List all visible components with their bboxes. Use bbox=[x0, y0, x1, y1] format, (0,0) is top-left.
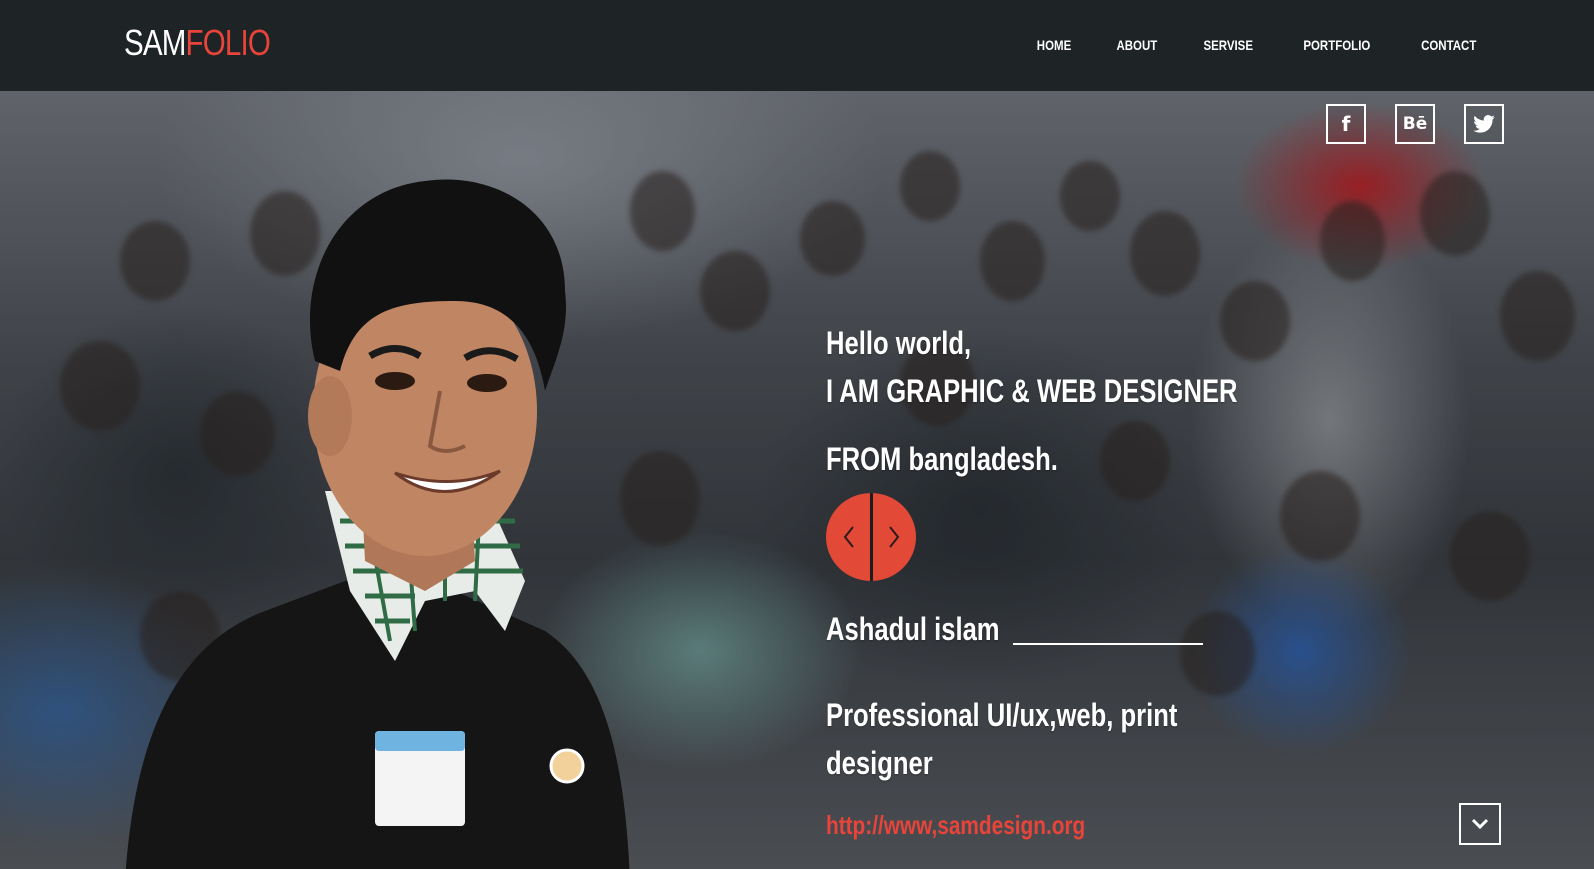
slider-divider bbox=[870, 493, 873, 581]
nav-item-about[interactable]: ABOUT bbox=[1116, 37, 1157, 53]
site-logo[interactable]: SAMFOLIO bbox=[124, 22, 271, 64]
behance-icon: Bē bbox=[1402, 114, 1428, 134]
facebook-button[interactable]: f bbox=[1326, 104, 1366, 144]
logo-text-primary: SAM bbox=[124, 22, 186, 63]
name-divider-line bbox=[1013, 643, 1203, 645]
hero-section: f Bē Hello world, I AM GRAPHIC & WEB DES… bbox=[0, 91, 1594, 869]
nav-item-contact[interactable]: CONTACT bbox=[1421, 37, 1476, 53]
nav-item-portfolio[interactable]: PORTFOLIO bbox=[1303, 37, 1370, 53]
chevron-down-icon bbox=[1471, 818, 1489, 830]
profile-portrait bbox=[125, 179, 630, 869]
hero-role: Professional UI/ux,web, print designer bbox=[826, 697, 1178, 781]
scroll-down-button[interactable] bbox=[1459, 803, 1501, 845]
main-nav: HOME ABOUT SERVISE PORTFOLIO CONTACT bbox=[996, 37, 1482, 53]
twitter-icon bbox=[1473, 115, 1495, 133]
hero-location: FROM bangladesh. bbox=[826, 441, 1058, 477]
facebook-icon: f bbox=[1341, 112, 1351, 136]
website-link[interactable]: http://www,samdesign.org bbox=[826, 809, 1085, 841]
nav-item-servise[interactable]: SERVISE bbox=[1204, 37, 1254, 53]
page: SAMFOLIO HOME ABOUT SERVISE PORTFOLIO CO… bbox=[0, 0, 1594, 869]
nav-item-home[interactable]: HOME bbox=[1036, 37, 1070, 53]
logo-text-accent: FOLIO bbox=[185, 22, 271, 63]
hero-greeting: Hello world, bbox=[826, 325, 972, 361]
chevron-left-icon bbox=[843, 526, 854, 548]
twitter-button[interactable] bbox=[1464, 104, 1504, 144]
hero-headline: I AM GRAPHIC & WEB DESIGNER bbox=[826, 373, 1238, 409]
behance-button[interactable]: Bē bbox=[1395, 104, 1435, 144]
chevron-right-icon bbox=[888, 526, 899, 548]
slider-control bbox=[826, 493, 916, 581]
hero-name: Ashadul islam bbox=[826, 611, 1000, 647]
top-navbar: SAMFOLIO HOME ABOUT SERVISE PORTFOLIO CO… bbox=[0, 0, 1594, 91]
